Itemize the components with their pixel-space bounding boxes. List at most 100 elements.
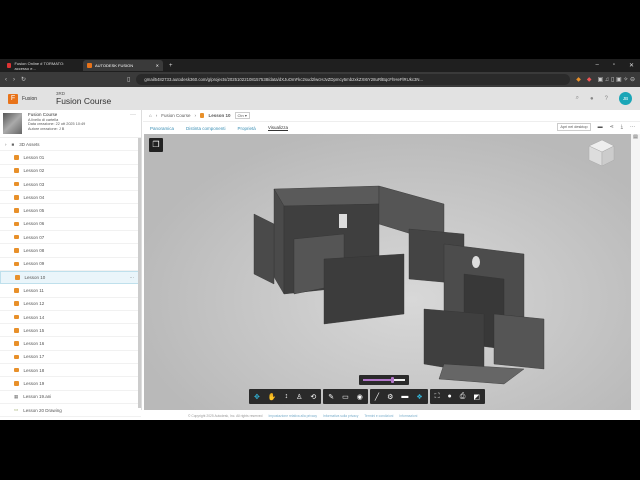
project-more-button[interactable]: ··· — [130, 112, 136, 118]
tree-item[interactable]: Lesson 05 — [0, 204, 141, 218]
close-tab-icon[interactable]: ✕ — [156, 63, 159, 68]
pan-icon[interactable]: ✋ — [268, 393, 277, 401]
tree-item[interactable]: Lesson 08 — [0, 244, 141, 258]
extension-icon[interactable]: ◆ — [576, 76, 581, 83]
tree-item[interactable]: Lesson 12 — [0, 298, 141, 311]
reload-icon[interactable]: ↻ — [21, 76, 26, 83]
tree-item[interactable]: Lesson 17 — [0, 351, 141, 365]
tree-item-label: Lesson 10 — [24, 275, 46, 281]
close-window-button[interactable]: ✕ — [629, 62, 634, 69]
slider-handle[interactable] — [390, 377, 394, 383]
tree-item[interactable]: Lesson 10 ··· — [0, 270, 141, 285]
tree-item[interactable]: Lesson 14 — [0, 311, 141, 325]
print-icon[interactable]: ⎙ — [460, 393, 466, 401]
help-icon[interactable]: ? — [605, 96, 608, 102]
tree-folder[interactable]: › ■ 3D Assets — [0, 138, 141, 152]
tree-item[interactable]: Lesson 06 — [0, 218, 141, 232]
tree-item[interactable]: Lesson 19 — [0, 377, 141, 391]
search-icon[interactable]: ⌕ — [576, 95, 579, 102]
viewer-side-panel[interactable]: ▤ — [631, 134, 640, 410]
maximize-button[interactable]: ▫ — [613, 62, 615, 69]
footer-link[interactable]: Termini e condizioni — [364, 414, 393, 418]
sidebar-scrollbar[interactable] — [138, 138, 141, 408]
tree-item-label: Lesson 01 — [23, 154, 45, 160]
slider-fill — [363, 379, 393, 381]
fit-view-icon[interactable]: ⟲ — [310, 393, 316, 401]
footer-link[interactable]: Informazioni — [399, 414, 417, 418]
tree-item[interactable]: ▭ Lesson 20 Drawing — [0, 404, 141, 418]
tree-item[interactable]: Lesson 04 — [0, 191, 141, 205]
footer-link[interactable]: Informativa sulla privacy — [323, 414, 358, 418]
section-icon[interactable]: ▭ — [342, 393, 349, 401]
chevron-right-icon[interactable]: › — [5, 142, 7, 147]
folder-icon[interactable]: ▬ — [401, 393, 408, 400]
new-tab-button[interactable]: + — [169, 63, 173, 69]
browser-menu-icons[interactable]: ▣ ♫ ▯ ▣ ✧ ⊖ — [597, 76, 635, 83]
tab-visualizza[interactable]: Visualizza — [267, 125, 288, 131]
tree-item[interactable]: Lesson 09 — [0, 258, 141, 271]
tree-item[interactable]: Lesson 02 — [0, 165, 141, 178]
tree-item[interactable]: ▦ Lesson 19.ani — [0, 391, 141, 404]
design-icon — [14, 288, 19, 293]
project-thumbnail — [3, 113, 22, 134]
model-browser-button[interactable]: ❐ — [149, 138, 163, 152]
fusion-logo[interactable]: F Fusion — [8, 93, 48, 104]
bookmark-icon[interactable]: ▯ — [127, 76, 130, 83]
zoom-icon[interactable]: ↕ — [285, 393, 289, 400]
properties-icon[interactable]: ● — [448, 393, 452, 400]
tab-panoramica[interactable]: Panoramica — [150, 126, 174, 131]
animation-icon: ▦ — [14, 393, 19, 399]
first-person-icon[interactable]: ♙ — [296, 393, 302, 401]
open-desktop-button[interactable]: Apri nel desktop — [557, 123, 591, 131]
tree-item[interactable]: Lesson 01 — [0, 151, 141, 165]
3d-viewer[interactable]: ❐ ✥ ✋ ↕ ♙ ⟲ ✎ ▭ ◉ ╱ ⚙ ▬ ❖ ⛶ ● ⎙ ◩ — [144, 134, 631, 410]
design-icon — [14, 195, 19, 200]
screen: Fusion Online # TORMATO: accesso e... AU… — [0, 59, 640, 420]
tree-item[interactable]: Lesson 11 — [0, 284, 141, 298]
tab-propriet-[interactable]: Proprietà — [238, 126, 256, 131]
url-input[interactable]: gmail5482733.autodesk360.com/g/projects/… — [136, 74, 571, 85]
document-icon[interactable]: ▤ — [633, 134, 638, 140]
tree-item[interactable]: Lesson 03 — [0, 178, 141, 192]
tree-item[interactable]: Lesson 15 — [0, 324, 141, 338]
fullscreen-icon[interactable]: ◩ — [473, 393, 480, 401]
settings-icon[interactable]: ⚙ — [387, 393, 393, 401]
design-icon — [14, 208, 19, 213]
markup-icon[interactable]: ✎ — [328, 393, 334, 401]
structure-icon[interactable]: ⛶ — [435, 393, 440, 401]
browser-tab-active[interactable]: AUTODESK FUSION ✕ — [83, 60, 163, 71]
back-icon[interactable]: ‹ — [5, 77, 7, 83]
design-icon — [14, 261, 19, 267]
footer-link[interactable]: Impostazione relativa alla privacy — [268, 414, 317, 418]
breadcrumb-root[interactable]: Fusion Course — [161, 113, 190, 118]
more-icon[interactable]: ··· — [630, 124, 635, 130]
version-select[interactable]: Ctn ▾ — [234, 112, 250, 119]
minimize-button[interactable]: – — [595, 62, 598, 69]
item-more-button[interactable]: ··· — [130, 275, 135, 280]
3d-model[interactable] — [144, 134, 631, 410]
share-icon[interactable]: ⋖ — [610, 124, 614, 130]
measure-icon[interactable]: ╱ — [375, 393, 379, 401]
tab-distinta-componenti[interactable]: Distinta componenti — [186, 126, 226, 131]
forward-icon[interactable]: › — [13, 77, 15, 83]
home-icon[interactable]: ⌂ — [149, 113, 152, 118]
drawing-icon: ▭ — [14, 407, 19, 413]
tree-item-label: Lesson 06 — [23, 221, 45, 227]
explode-slider[interactable] — [359, 375, 409, 385]
bell-icon[interactable]: ● — [590, 96, 594, 102]
tree-item[interactable]: Lesson 18 — [0, 364, 141, 378]
browser-tab[interactable]: Fusion Online # TORMATO: accesso e... — [3, 60, 83, 71]
comment-icon[interactable]: ▬ — [598, 124, 603, 130]
tree-item[interactable]: Lesson 16 — [0, 337, 141, 351]
tree-item[interactable]: Lesson 07 — [0, 231, 141, 245]
tree-item-label: Lesson 12 — [23, 301, 45, 307]
orbit-icon[interactable]: ✥ — [254, 393, 260, 401]
explode-icon[interactable]: ❖ — [416, 393, 422, 401]
design-icon — [199, 113, 205, 118]
view-tabs: Panoramica Distinta componenti Proprietà Vi… — [143, 122, 640, 134]
download-icon[interactable]: ⤓ — [621, 124, 623, 130]
design-icon — [14, 381, 19, 386]
visibility-icon[interactable]: ◉ — [357, 393, 363, 401]
extension-icon[interactable]: ◆ — [587, 76, 592, 83]
avatar[interactable]: JB — [619, 92, 632, 105]
